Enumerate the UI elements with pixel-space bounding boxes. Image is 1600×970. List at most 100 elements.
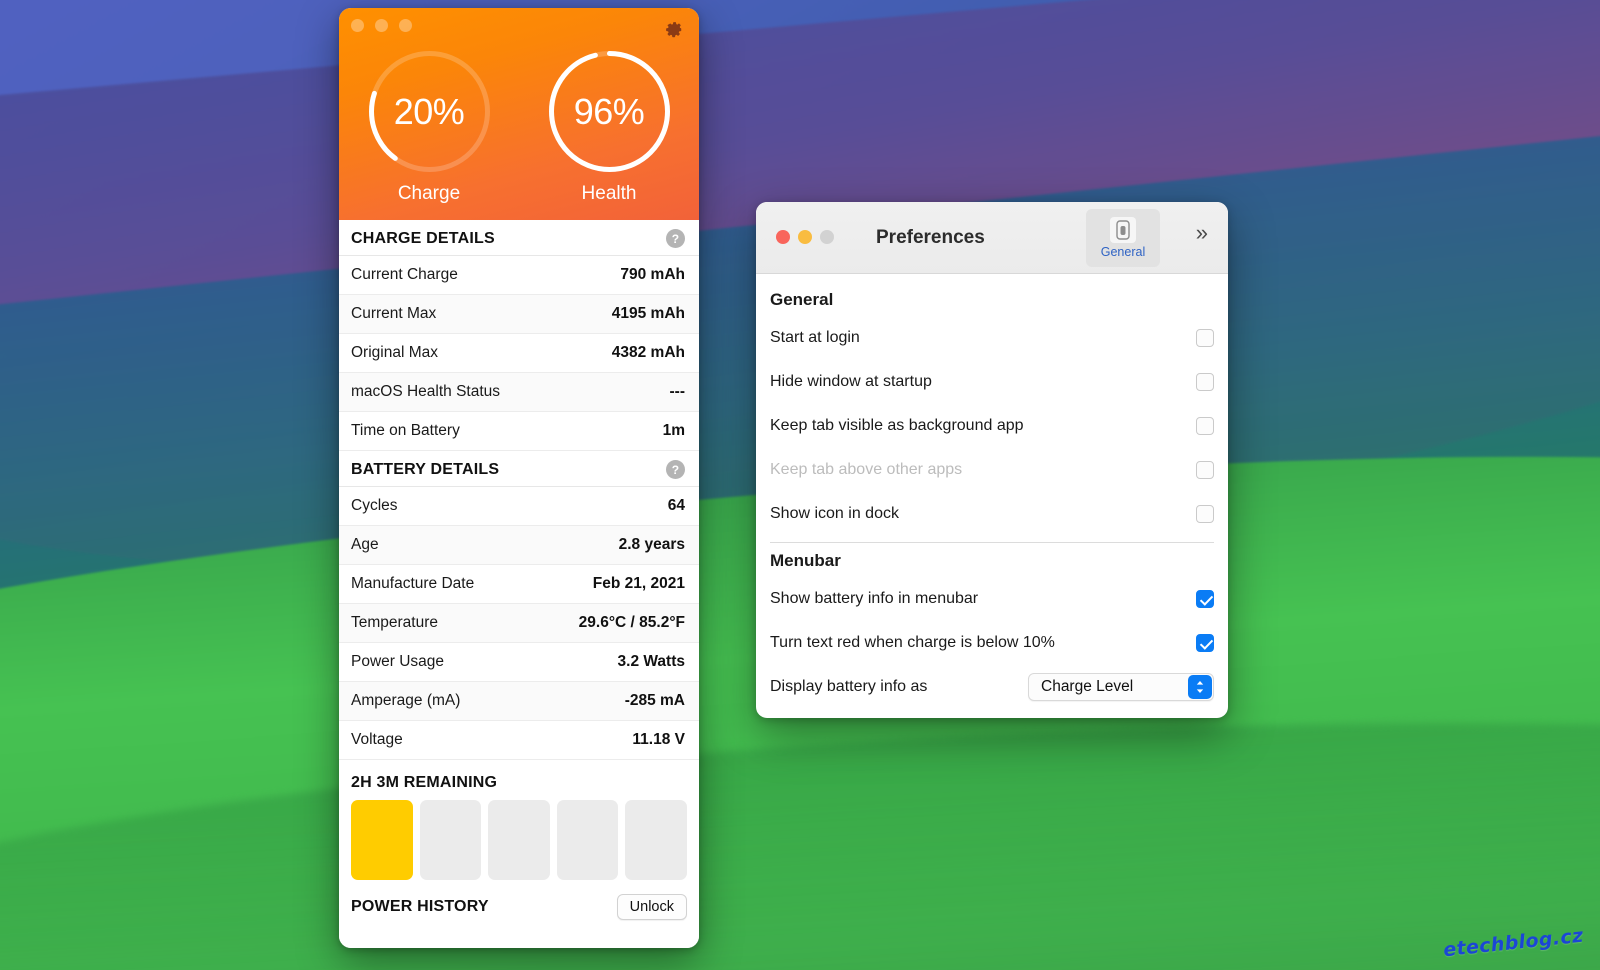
table-row: Voltage 11.18 V — [339, 721, 699, 760]
battery-app-window: 20% Charge 96% Health CHARGE DETAILS ? C… — [339, 8, 699, 948]
gear-icon[interactable] — [663, 20, 685, 42]
power-history-title: POWER HISTORY — [351, 898, 489, 915]
battery-details-list: Cycles 64 Age 2.8 years Manufacture Date… — [339, 487, 699, 760]
keep-tab-above-checkbox — [1196, 461, 1214, 479]
row-key: Power Usage — [351, 653, 445, 670]
pref-label: Display battery info as — [770, 678, 928, 695]
section-divider — [770, 542, 1214, 543]
row-value: -285 mA — [624, 692, 685, 709]
row-value: --- — [669, 383, 686, 400]
menubar-section-heading: Menubar — [770, 551, 841, 570]
pref-label: Keep tab above other apps — [770, 461, 963, 478]
row-key: Original Max — [351, 344, 438, 361]
table-row: Current Charge 790 mAh — [339, 256, 699, 295]
table-row: Cycles 64 — [339, 487, 699, 526]
preferences-window: Preferences General » General Start at l… — [756, 202, 1228, 718]
row-value: 790 mAh — [620, 266, 685, 283]
preferences-content: General Start at login Hide window at st… — [756, 274, 1228, 718]
pref-label: Show battery info in menubar — [770, 590, 979, 607]
pref-label: Show icon in dock — [770, 505, 899, 522]
pref-keep-tab-visible[interactable]: Keep tab visible as background app — [770, 404, 1214, 448]
unlock-button[interactable]: Unlock — [616, 894, 687, 920]
keep-tab-visible-checkbox[interactable] — [1196, 417, 1214, 435]
pref-hide-window-at-startup[interactable]: Hide window at startup — [770, 360, 1214, 404]
charge-details-list: Current Charge 790 mAh Current Max 4195 … — [339, 256, 699, 451]
question-mark-icon[interactable]: ? — [666, 229, 685, 248]
chevron-up-down-icon[interactable] — [1188, 675, 1212, 699]
desktop-background: 20% Charge 96% Health CHARGE DETAILS ? C… — [0, 0, 1600, 970]
close-button[interactable] — [351, 19, 364, 32]
row-value: Feb 21, 2021 — [592, 575, 685, 592]
turn-text-red-checkbox[interactable] — [1196, 634, 1214, 652]
row-key: Age — [351, 536, 379, 553]
history-cell[interactable] — [419, 800, 482, 880]
table-row: Current Max 4195 mAh — [339, 295, 699, 334]
show-icon-in-dock-checkbox[interactable] — [1196, 505, 1214, 523]
pref-show-icon-in-dock[interactable]: Show icon in dock — [770, 492, 1214, 536]
close-button[interactable] — [776, 230, 790, 244]
row-key: Temperature — [351, 614, 439, 631]
show-battery-info-checkbox[interactable] — [1196, 590, 1214, 608]
pref-show-battery-info[interactable]: Show battery info in menubar — [770, 577, 1214, 621]
row-value: 11.18 V — [632, 731, 685, 748]
battery-icon — [1110, 217, 1136, 243]
row-value: 64 — [667, 497, 685, 514]
start-at-login-checkbox[interactable] — [1196, 329, 1214, 347]
battery-app-header: 20% Charge 96% Health — [339, 8, 699, 220]
row-key: macOS Health Status — [351, 383, 501, 400]
preferences-traffic-lights — [776, 230, 834, 244]
pref-label: Keep tab visible as background app — [770, 417, 1024, 434]
window-title: Preferences — [876, 226, 985, 248]
battery-details-header: BATTERY DETAILS ? — [339, 451, 699, 487]
table-row: Time on Battery 1m — [339, 412, 699, 451]
time-remaining-label: 2H 3M REMAINING — [351, 774, 498, 791]
general-section-heading: General — [770, 290, 834, 309]
charge-percent-value: 20% — [393, 90, 465, 132]
history-cell[interactable] — [556, 800, 619, 880]
row-value: 2.8 years — [618, 536, 685, 553]
row-value: 4382 mAh — [611, 344, 685, 361]
pref-label: Turn text red when charge is below 10% — [770, 634, 1055, 651]
health-percent-value: 96% — [573, 90, 645, 132]
pref-label: Start at login — [770, 329, 860, 346]
display-battery-info-select-wrap: Charge Level — [1028, 673, 1214, 701]
row-key: Time on Battery — [351, 422, 460, 439]
preferences-titlebar: Preferences General » — [756, 202, 1228, 274]
pref-keep-tab-above: Keep tab above other apps — [770, 448, 1214, 492]
pref-turn-text-red[interactable]: Turn text red when charge is below 10% — [770, 621, 1214, 665]
minimize-button[interactable] — [375, 19, 388, 32]
pref-start-at-login[interactable]: Start at login — [770, 316, 1214, 360]
table-row: Manufacture Date Feb 21, 2021 — [339, 565, 699, 604]
battery-app-body: CHARGE DETAILS ? Current Charge 790 mAh … — [339, 220, 699, 948]
health-gauge-label: Health — [581, 183, 637, 204]
pref-display-battery-info-as: Display battery info as Charge Level — [770, 665, 1214, 709]
display-battery-info-select[interactable]: Charge Level — [1028, 673, 1214, 701]
row-key: Voltage — [351, 731, 403, 748]
row-key: Current Charge — [351, 266, 458, 283]
table-row: macOS Health Status --- — [339, 373, 699, 412]
zoom-button[interactable] — [820, 230, 834, 244]
power-history-footer: POWER HISTORY Unlock — [339, 890, 699, 920]
row-key: Current Max — [351, 305, 437, 322]
history-cell[interactable] — [488, 800, 550, 880]
question-mark-icon[interactable]: ? — [666, 460, 685, 479]
charge-details-header: CHARGE DETAILS ? — [339, 220, 699, 256]
gauge-rings: 20% Charge 96% Health — [339, 44, 699, 205]
tab-general-label: General — [1100, 245, 1146, 259]
minimize-button[interactable] — [798, 230, 812, 244]
table-row: Age 2.8 years — [339, 526, 699, 565]
row-key: Amperage (mA) — [351, 692, 461, 709]
power-history-bars — [339, 800, 699, 890]
hide-window-at-startup-checkbox[interactable] — [1196, 373, 1214, 391]
tab-general[interactable]: General — [1086, 209, 1160, 267]
history-cell[interactable] — [351, 800, 413, 880]
row-value: 4195 mAh — [611, 305, 685, 322]
zoom-button[interactable] — [399, 19, 412, 32]
chevron-double-right-icon[interactable]: » — [1196, 222, 1208, 244]
table-row: Temperature 29.6°C / 85.2°F — [339, 604, 699, 643]
row-key: Manufacture Date — [351, 575, 475, 592]
health-gauge: 96% Health — [524, 44, 694, 205]
charge-details-title: CHARGE DETAILS — [351, 229, 495, 247]
history-cell[interactable] — [625, 800, 687, 880]
table-row: Amperage (mA) -285 mA — [339, 682, 699, 721]
